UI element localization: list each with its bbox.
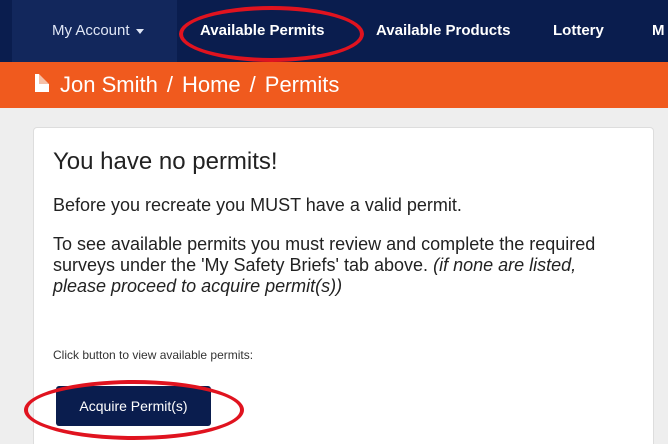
panel-title: You have no permits! bbox=[53, 148, 278, 175]
top-navbar: My Account Available Permits Available P… bbox=[0, 0, 668, 62]
nav-available-products[interactable]: Available Products bbox=[376, 0, 511, 62]
document-icon bbox=[35, 74, 49, 92]
breadcrumb: Jon Smith / Home / Permits bbox=[0, 62, 668, 108]
breadcrumb-trail: Jon Smith / Home / Permits bbox=[60, 62, 339, 108]
breadcrumb-current: Permits bbox=[264, 72, 340, 97]
my-account-label: My Account bbox=[52, 22, 130, 39]
nav-available-permits[interactable]: Available Permits bbox=[200, 0, 325, 62]
breadcrumb-user[interactable]: Jon Smith bbox=[60, 72, 158, 97]
nav-truncated-item[interactable]: M bbox=[652, 0, 665, 62]
breadcrumb-separator: / bbox=[249, 72, 256, 97]
breadcrumb-separator: / bbox=[166, 72, 173, 97]
permits-panel: You have no permits! Before you recreate… bbox=[33, 127, 654, 444]
caret-down-icon bbox=[135, 28, 144, 34]
permit-required-message: Before you recreate you MUST have a vali… bbox=[53, 195, 462, 215]
breadcrumb-home[interactable]: Home bbox=[182, 72, 241, 97]
nav-lottery[interactable]: Lottery bbox=[553, 0, 604, 62]
my-account-dropdown[interactable]: My Account bbox=[12, 0, 177, 62]
button-hint: Click button to view available permits: bbox=[53, 348, 254, 362]
acquire-permits-button[interactable]: Acquire Permit(s) bbox=[56, 386, 211, 426]
instructions-text: To see available permits you must review… bbox=[53, 234, 623, 297]
